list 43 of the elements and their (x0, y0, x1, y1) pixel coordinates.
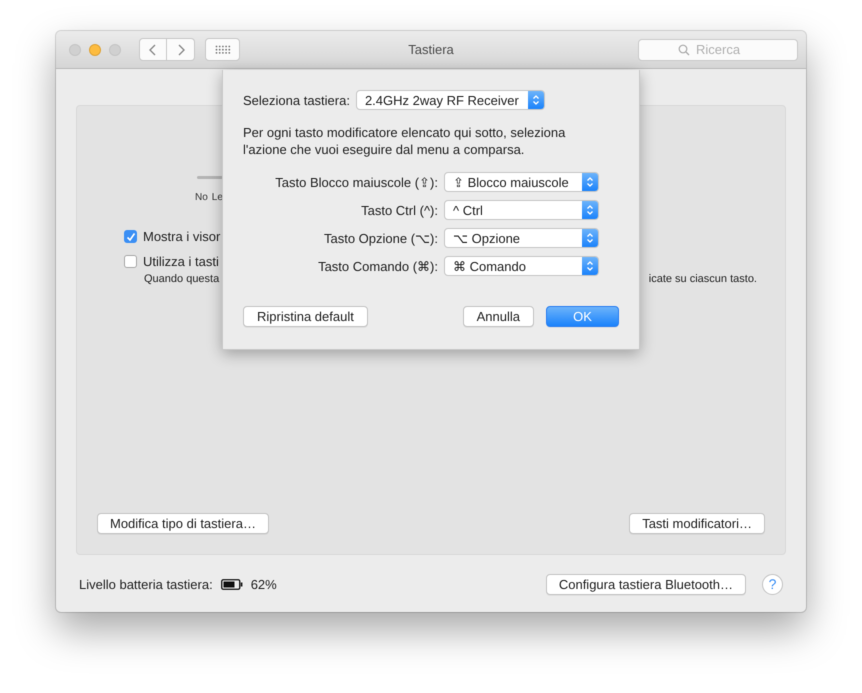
modifier-select[interactable]: ⌘ Comando (444, 256, 599, 276)
forward-button[interactable] (167, 38, 195, 61)
caption-text: Quando questa (144, 273, 220, 285)
battery-reading: 62% (250, 576, 277, 592)
keyboard-label: Seleziona tastiera: (243, 92, 350, 108)
window-title: Tastiera (407, 42, 455, 57)
battery-label: Livello batteria tastiera: (79, 576, 213, 592)
description-text: Per ogni tasto modificatore elencato qui sotto, seleziona l'azione che vuoi eseguire dal menu a comparsa. (243, 124, 566, 158)
tick-label: No (195, 192, 208, 203)
modifier-select[interactable]: ⌥ Opzione (444, 228, 599, 248)
checkbox-label: Utilizza i tasti (143, 254, 219, 269)
stepper-arrows-icon (586, 232, 594, 244)
search-icon (678, 44, 690, 56)
stepper-arrows-icon (532, 94, 540, 106)
checkbox[interactable] (124, 230, 137, 243)
modifier-select[interactable]: ^ Ctrl (444, 200, 599, 220)
change-keyboard-type-button[interactable]: Modifica tipo di tastiera… (97, 513, 269, 534)
slider-track (197, 176, 223, 179)
stepper-arrows-icon (586, 204, 594, 216)
grid-icon (214, 44, 230, 54)
show-all-button[interactable] (205, 38, 240, 61)
caption-text: icate su ciascun tasto. (648, 273, 757, 285)
restore-defaults-button[interactable]: Ripristina default (243, 306, 368, 327)
search-field[interactable]: Ricerca (638, 38, 798, 60)
checkbox[interactable] (124, 255, 137, 268)
configure-bluetooth-button[interactable]: Configura tastiera Bluetooth… (546, 574, 746, 594)
back-button[interactable] (139, 38, 167, 61)
modifier-label: Tasto Comando (⌘): (317, 258, 438, 274)
keyboard-select[interactable]: 2.4GHz 2way RF Receiver (356, 90, 545, 110)
cancel-button[interactable]: Annulla (462, 306, 534, 327)
stepper-arrows-icon (586, 260, 594, 272)
modifier-select[interactable]: ⇪ Blocco maiuscole (444, 172, 599, 192)
modifier-keys-button[interactable]: Tasti modificatori… (629, 513, 765, 534)
chevron-right-icon (176, 42, 186, 56)
modifier-label: Tasto Ctrl (^): (360, 202, 438, 218)
minimize-button[interactable] (89, 44, 101, 56)
modifier-label: Tasto Opzione (⌥): (323, 230, 438, 246)
checkbox-label: Mostra i visor (143, 229, 220, 244)
modifier-label: Tasto Blocco maiuscole (⇪): (274, 174, 438, 190)
battery-icon (220, 578, 243, 590)
chevron-left-icon (148, 42, 158, 56)
tick-label: Le (212, 192, 223, 203)
stepper-arrows-icon (586, 176, 594, 188)
